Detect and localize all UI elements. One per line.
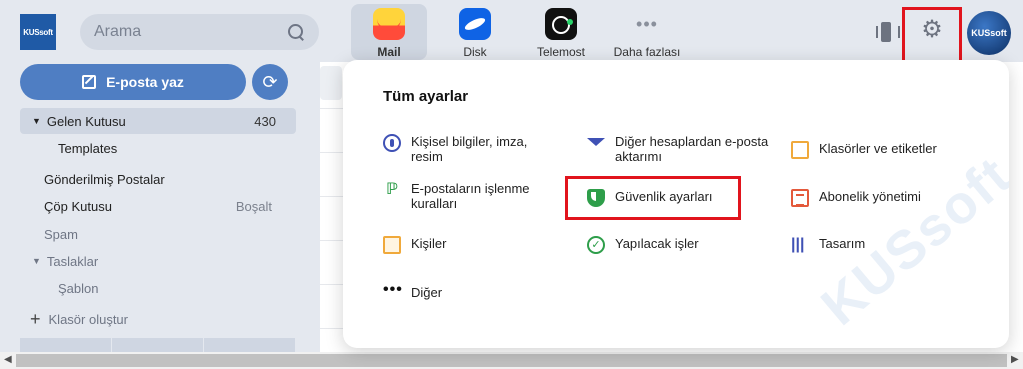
folder-trash[interactable]: Çöp Kutusu Boşalt bbox=[20, 193, 296, 219]
telemost-icon bbox=[545, 8, 577, 40]
refresh-button[interactable]: ⟳ bbox=[252, 64, 288, 100]
compose-icon bbox=[82, 75, 97, 89]
horizontal-scrollbar[interactable]: ◀ ▶ bbox=[0, 352, 1023, 369]
folder-drafts[interactable]: ▼ Taslaklar bbox=[20, 248, 296, 274]
settings-item-label: Diğer hesaplardan e-posta aktarımı bbox=[615, 134, 769, 164]
logo[interactable]: KUSsoft bbox=[20, 14, 56, 50]
app-disk-label: Disk bbox=[463, 45, 487, 59]
tablet-view-icon[interactable] bbox=[876, 22, 900, 42]
disk-icon bbox=[459, 8, 491, 40]
settings-rules[interactable]: ℙ E-postaların işlenme kuralları bbox=[383, 181, 553, 211]
settings-item-label: Yapılacak işler bbox=[615, 236, 699, 251]
scroll-left-icon[interactable]: ◀ bbox=[4, 354, 12, 365]
contacts-icon bbox=[383, 236, 401, 254]
collapse-icon[interactable]: ▼ bbox=[32, 256, 41, 266]
app-switcher: Mail Disk Telemost ••• Daha fazlası bbox=[351, 4, 695, 60]
search-input[interactable]: Arama bbox=[80, 14, 319, 50]
folder-label: Spam bbox=[44, 226, 78, 242]
settings-folders[interactable]: Klasörler ve etiketler bbox=[791, 141, 991, 159]
folder-label: Templates bbox=[58, 140, 118, 156]
bottom-tab-2[interactable] bbox=[112, 338, 204, 353]
folder-sablon[interactable]: Şablon bbox=[20, 275, 296, 301]
folder-label: Klasör oluştur bbox=[48, 311, 128, 327]
sidebar-bottom-tabs bbox=[20, 338, 296, 353]
security-highlight-box bbox=[565, 176, 741, 220]
settings-item-label: Kişisel bilgiler, imza, resim bbox=[411, 134, 528, 164]
folder-spam[interactable]: Spam bbox=[20, 221, 296, 247]
settings-subscriptions[interactable]: Abonelik yönetimi bbox=[791, 189, 991, 207]
more-icon: ••• bbox=[636, 13, 658, 34]
compose-label: E-posta yaz bbox=[106, 74, 184, 90]
settings-personal[interactable]: Kişisel bilgiler, imza, resim bbox=[383, 134, 553, 164]
list-toolbar[interactable] bbox=[320, 66, 342, 100]
folder-label: Gelen Kutusu bbox=[46, 113, 126, 129]
scroll-thumb[interactable] bbox=[16, 354, 1007, 367]
settings-contacts[interactable]: Kişiler bbox=[383, 236, 553, 254]
settings-button[interactable]: ⚙ bbox=[902, 7, 962, 67]
unread-count: 430 bbox=[254, 113, 276, 129]
dots-icon: ••• bbox=[383, 281, 403, 298]
app-disk[interactable]: Disk bbox=[437, 4, 513, 60]
user-circle-icon bbox=[383, 134, 401, 152]
settings-item-label: Tasarım bbox=[819, 236, 866, 251]
empty-trash-button[interactable]: Boşalt bbox=[236, 199, 296, 214]
folder-sent[interactable]: Gönderilmiş Postalar bbox=[20, 166, 296, 192]
app-telemost-label: Telemost bbox=[536, 45, 586, 59]
subscription-icon bbox=[791, 189, 809, 207]
settings-item-label: Kişiler bbox=[411, 236, 447, 251]
mail-icon bbox=[373, 8, 405, 40]
scroll-right-icon[interactable]: ▶ bbox=[1011, 354, 1019, 365]
search-icon[interactable] bbox=[287, 23, 305, 41]
avatar[interactable]: KUSsoft bbox=[967, 11, 1011, 55]
rules-icon: ℙ bbox=[386, 181, 398, 198]
settings-panel: KUSsoft Tüm ayarlar Kişisel bilgiler, im… bbox=[343, 60, 1009, 348]
app-telemost[interactable]: Telemost bbox=[523, 4, 599, 60]
settings-item-label: E-postaların işlenme kuralları bbox=[411, 181, 530, 211]
settings-design[interactable]: ||| Tasarım bbox=[791, 236, 991, 254]
folder-templates[interactable]: Templates bbox=[20, 135, 296, 161]
folder-label: Çöp Kutusu bbox=[44, 198, 112, 214]
folder-label: Gönderilmiş Postalar bbox=[44, 171, 165, 187]
search-placeholder: Arama bbox=[94, 23, 142, 40]
collapse-icon[interactable]: ▼ bbox=[32, 116, 41, 126]
app-mail[interactable]: Mail bbox=[351, 4, 427, 60]
folder-label: Şablon bbox=[58, 280, 99, 296]
app-more-label: Daha fazlası bbox=[613, 45, 681, 59]
settings-item-label: Klasörler ve etiketler bbox=[819, 141, 937, 156]
funnel-icon bbox=[587, 138, 605, 146]
settings-item-label: Diğer bbox=[411, 285, 443, 300]
bottom-tab-1[interactable] bbox=[20, 338, 112, 353]
folder-icon bbox=[791, 141, 809, 159]
refresh-icon: ⟳ bbox=[262, 71, 278, 92]
settings-import[interactable]: Diğer hesaplardan e-posta aktarımı bbox=[587, 134, 777, 164]
plus-icon: + bbox=[30, 308, 41, 329]
bottom-tab-3[interactable] bbox=[204, 338, 296, 353]
settings-item-label: Abonelik yönetimi bbox=[819, 189, 921, 204]
create-folder-button[interactable]: + Klasör oluştur bbox=[20, 306, 296, 332]
panel-title: Tüm ayarlar bbox=[383, 88, 469, 105]
compose-button[interactable]: E-posta yaz bbox=[20, 64, 246, 100]
app-mail-label: Mail bbox=[377, 45, 401, 59]
folder-label: Taslaklar bbox=[46, 253, 99, 269]
settings-todo[interactable]: ✓ Yapılacak işler bbox=[587, 236, 777, 254]
design-icon: ||| bbox=[791, 236, 805, 253]
check-circle-icon: ✓ bbox=[587, 236, 605, 254]
app-more[interactable]: ••• Daha fazlası bbox=[609, 4, 685, 60]
settings-other[interactable]: ••• Diğer bbox=[383, 281, 553, 303]
folder-inbox[interactable]: ▼ Gelen Kutusu 430 bbox=[20, 108, 296, 134]
gear-icon: ⚙ bbox=[921, 16, 943, 43]
